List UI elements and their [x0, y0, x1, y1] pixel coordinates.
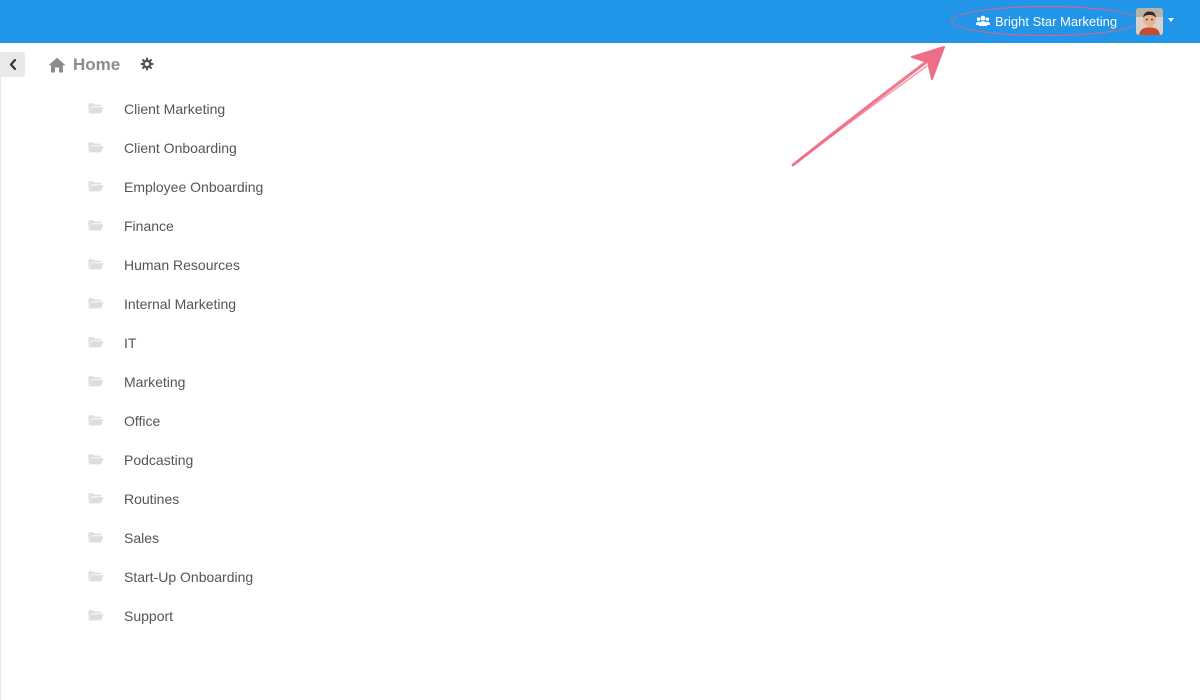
folder-item[interactable]: Employee Onboarding	[88, 178, 263, 217]
folder-item[interactable]: Podcasting	[88, 451, 263, 490]
folder-item[interactable]: Internal Marketing	[88, 295, 263, 334]
sidebar-divider	[0, 77, 1, 700]
folder-item[interactable]: Client Onboarding	[88, 139, 263, 178]
folder-item[interactable]: Sales	[88, 529, 263, 568]
folder-label: Employee Onboarding	[124, 179, 264, 195]
folder-label: Human Resources	[124, 257, 240, 273]
folder-open-icon	[88, 571, 104, 582]
breadcrumb-home[interactable]: Home	[48, 55, 120, 75]
folder-open-icon	[88, 493, 104, 504]
user-avatar[interactable]	[1136, 8, 1163, 35]
breadcrumb-home-label: Home	[73, 55, 121, 74]
folder-open-icon	[88, 610, 104, 621]
folder-label: Support	[124, 608, 174, 624]
organization-name: Bright Star Marketing	[995, 13, 1118, 29]
folder-open-icon	[88, 337, 104, 348]
folder-label: IT	[124, 335, 137, 351]
folder-item[interactable]: Support	[88, 607, 263, 646]
folder-open-icon	[88, 298, 104, 309]
folder-label: Finance	[124, 218, 174, 234]
home-icon	[48, 57, 66, 73]
folder-item[interactable]: Start-Up Onboarding	[88, 568, 263, 607]
folder-open-icon	[88, 376, 104, 387]
gear-icon	[140, 57, 154, 71]
folder-item[interactable]: Human Resources	[88, 256, 263, 295]
folder-list: Client Marketing Client Onboarding Emplo…	[88, 100, 263, 646]
folder-open-icon	[88, 103, 104, 114]
caret-down-icon[interactable]	[1168, 18, 1174, 22]
folder-open-icon	[88, 142, 104, 153]
folder-item[interactable]: IT	[88, 334, 263, 373]
settings-button[interactable]	[140, 57, 154, 71]
folder-item[interactable]: Office	[88, 412, 263, 451]
users-icon	[976, 15, 990, 26]
folder-label: Office	[124, 413, 161, 429]
folder-label: Client Onboarding	[124, 140, 237, 156]
folder-open-icon	[88, 415, 104, 426]
folder-label: Marketing	[124, 374, 186, 390]
folder-open-icon	[88, 454, 104, 465]
folder-item[interactable]: Routines	[88, 490, 263, 529]
folder-item[interactable]: Client Marketing	[88, 100, 263, 139]
folder-label: Client Marketing	[124, 101, 226, 117]
folder-label: Podcasting	[124, 452, 194, 468]
folder-item[interactable]: Marketing	[88, 373, 263, 412]
folder-label: Start-Up Onboarding	[124, 569, 254, 585]
folder-label: Internal Marketing	[124, 296, 237, 312]
folder-open-icon	[88, 259, 104, 270]
folder-open-icon	[88, 220, 104, 231]
sidebar-collapse-button[interactable]	[0, 52, 25, 77]
chevron-left-icon	[9, 59, 16, 70]
organization-switcher[interactable]: Bright Star Marketing	[976, 12, 1117, 30]
folder-label: Sales	[124, 530, 160, 546]
folder-label: Routines	[124, 491, 180, 507]
folder-item[interactable]: Finance	[88, 217, 263, 256]
folder-open-icon	[88, 181, 104, 192]
folder-open-icon	[88, 532, 104, 543]
top-navigation-bar: Bright Star Marketing	[0, 0, 1200, 43]
